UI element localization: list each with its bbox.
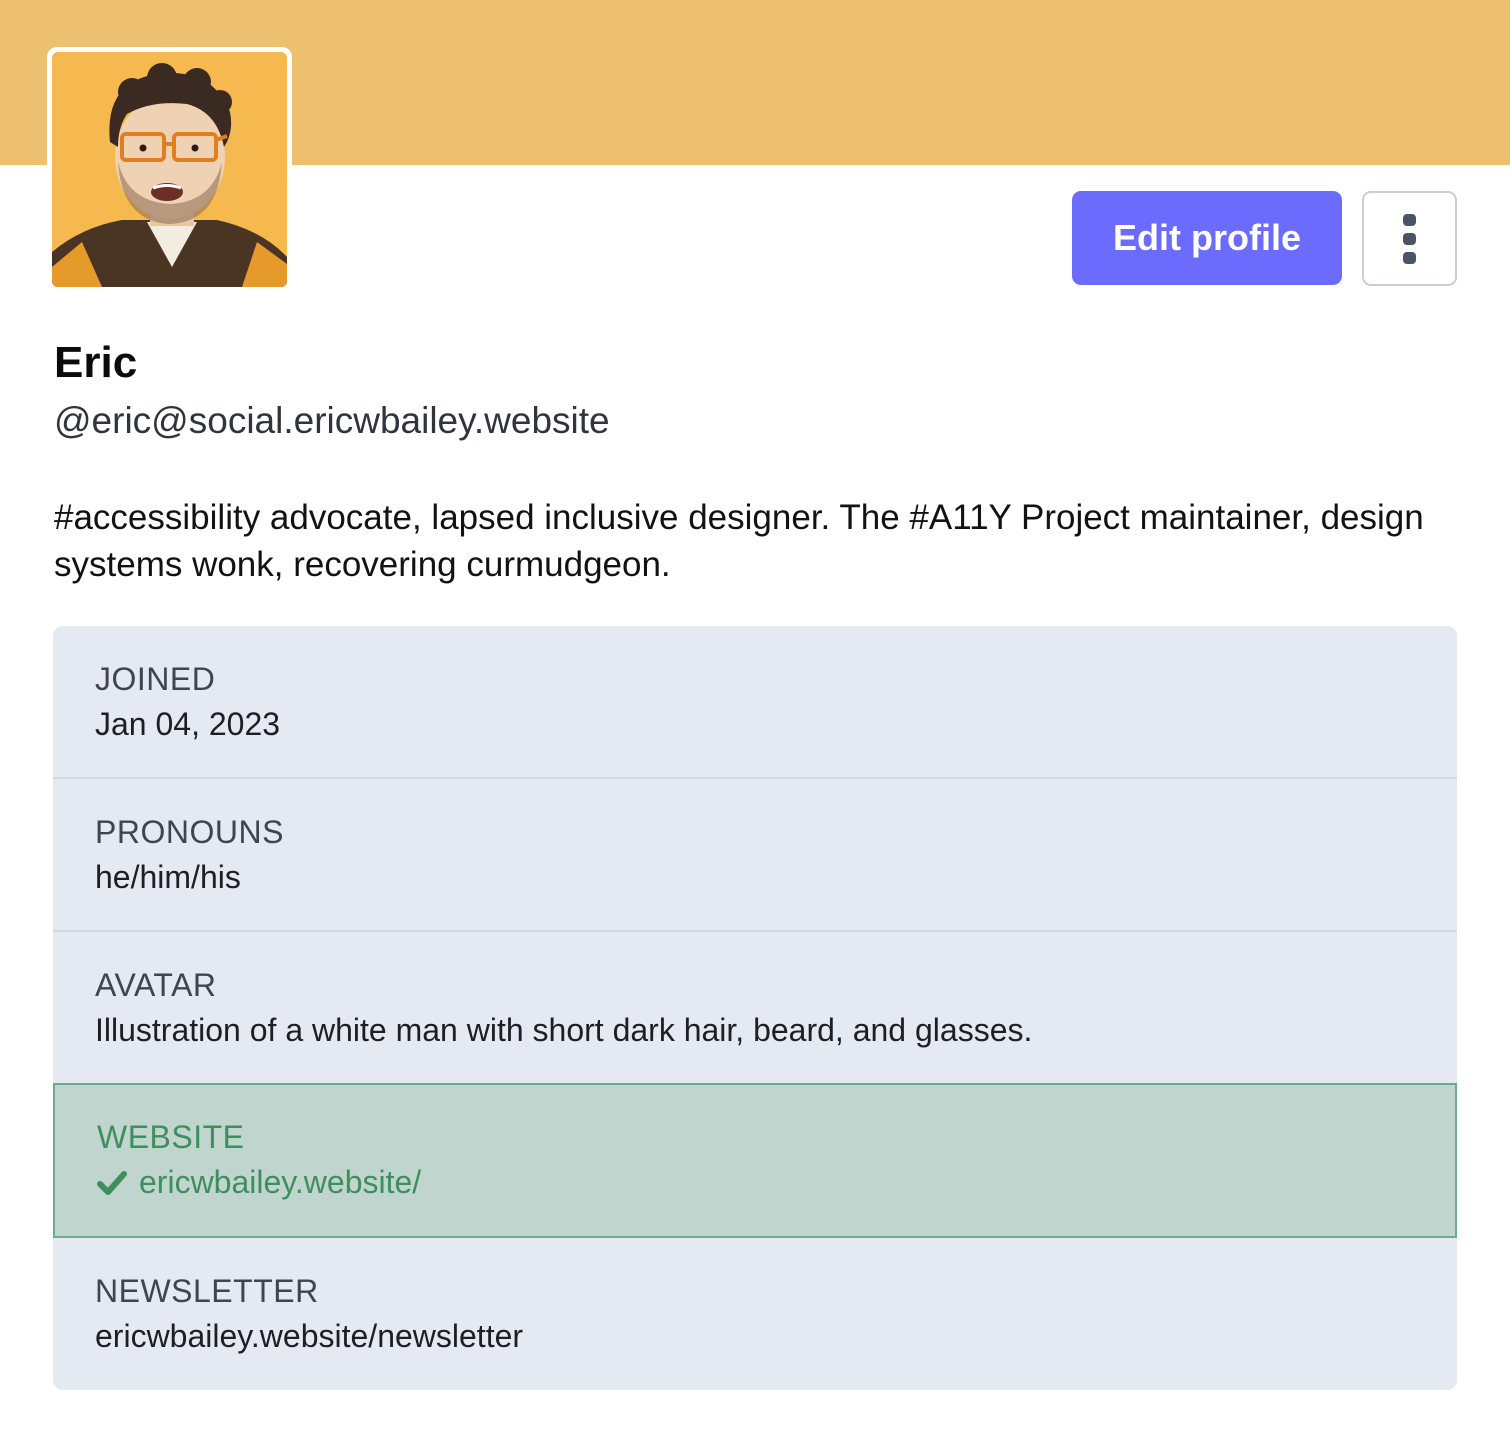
field-label: AVATAR bbox=[95, 967, 217, 1003]
ellipsis-dot bbox=[1403, 232, 1416, 245]
profile-fields: JOINED Jan 04, 2023 PRONOUNS he/him/his … bbox=[53, 626, 1457, 1390]
field-divider bbox=[53, 930, 1457, 932]
ellipsis-dot bbox=[1403, 251, 1416, 264]
more-options-button[interactable] bbox=[1362, 191, 1457, 286]
edit-profile-button[interactable]: Edit profile bbox=[1072, 191, 1342, 285]
avatar-illustration bbox=[52, 52, 287, 287]
checkmark-icon bbox=[97, 1170, 127, 1195]
field-label: JOINED bbox=[95, 661, 216, 697]
field-newsletter: NEWSLETTER ericwbailey.website/newslette… bbox=[53, 1273, 1457, 1355]
field-website-verified: WEBSITE ericwbailey.website/ bbox=[53, 1083, 1457, 1238]
profile-bio: #accessibility advocate, lapsed inclusiv… bbox=[54, 498, 1424, 584]
field-divider bbox=[53, 777, 1457, 779]
field-value: ericwbailey.website/ bbox=[97, 1164, 1455, 1201]
website-link[interactable]: ericwbailey.website/ bbox=[139, 1164, 421, 1201]
field-label: WEBSITE bbox=[97, 1119, 245, 1155]
field-avatar: AVATAR Illustration of a white man with … bbox=[53, 967, 1457, 1049]
profile-handle: @eric@social.ericwbailey.website bbox=[54, 400, 610, 441]
field-value: he/him/his bbox=[95, 859, 241, 895]
field-joined: JOINED Jan 04, 2023 bbox=[53, 661, 1457, 743]
profile-name: Eric bbox=[54, 338, 138, 387]
avatar[interactable] bbox=[47, 47, 292, 292]
field-label: PRONOUNS bbox=[95, 814, 284, 850]
field-pronouns: PRONOUNS he/him/his bbox=[53, 814, 1457, 896]
vertical-ellipsis-icon bbox=[1403, 213, 1416, 226]
field-label: NEWSLETTER bbox=[95, 1273, 319, 1309]
newsletter-link[interactable]: ericwbailey.website/newsletter bbox=[95, 1318, 1457, 1355]
field-value: Illustration of a white man with short d… bbox=[95, 1012, 1033, 1048]
field-value: Jan 04, 2023 bbox=[95, 706, 281, 742]
